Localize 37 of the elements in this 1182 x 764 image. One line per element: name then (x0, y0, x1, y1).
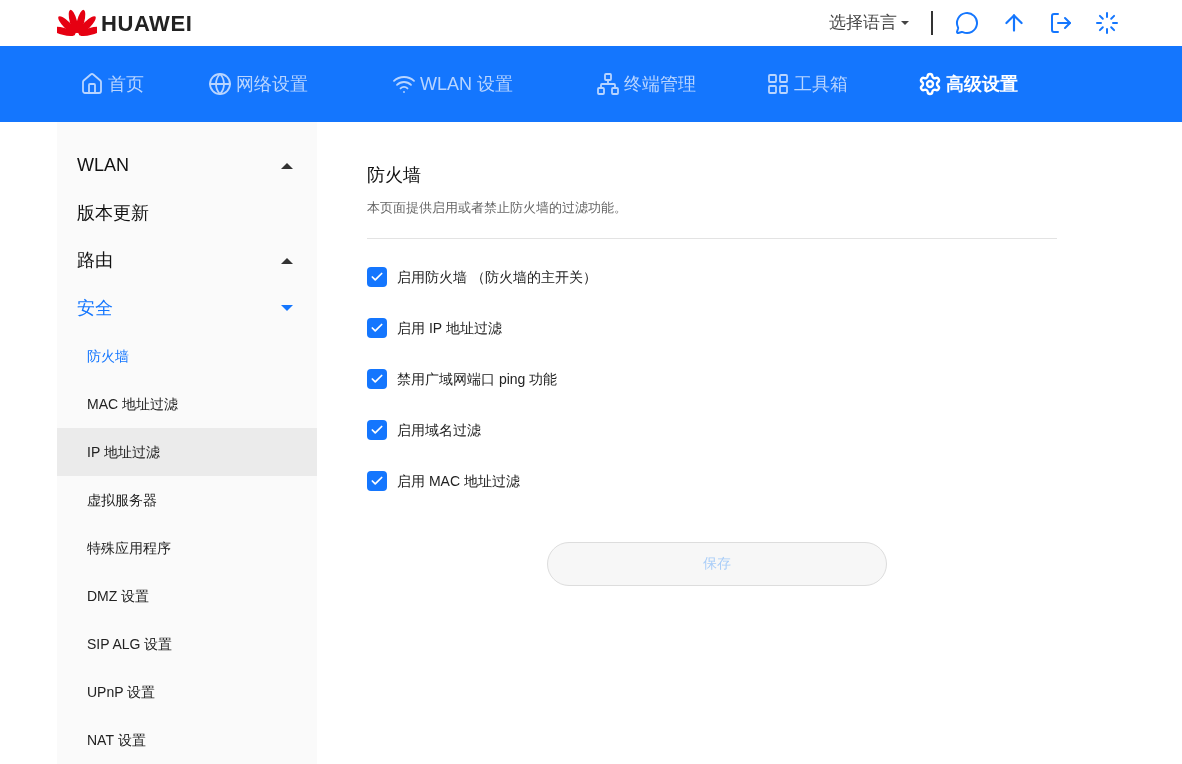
check-icon (370, 474, 384, 488)
check-icon (370, 321, 384, 335)
check-icon (370, 423, 384, 437)
nav-tab[interactable]: 高级设置 (918, 70, 1058, 98)
option-label: 禁用广域网端口 ping 功能 (397, 369, 558, 389)
page-title: 防火墙 (367, 164, 422, 186)
flower-logo-icon (57, 7, 97, 39)
checkbox[interactable] (367, 420, 387, 440)
option-label: 启用 IP 地址过滤 (397, 318, 502, 338)
check-icon (370, 372, 384, 386)
caret-icon (281, 162, 293, 169)
home-icon (80, 72, 104, 96)
message-icon[interactable] (955, 11, 979, 35)
caret-icon (281, 257, 293, 264)
checkbox[interactable] (367, 471, 387, 491)
loading-icon[interactable] (1095, 11, 1119, 35)
sidebar-item[interactable]: 路由 (57, 237, 317, 285)
sidebar-item[interactable]: 安全 (57, 284, 317, 332)
network-icon (596, 72, 620, 96)
logout-icon[interactable] (1049, 11, 1073, 35)
sidebar-item[interactable]: 版本更新 (57, 189, 317, 237)
checkbox[interactable] (367, 267, 387, 287)
sidebar-item[interactable]: WLAN (57, 142, 317, 190)
option-label: 启用防火墙 （防火墙的主开关） (397, 267, 597, 287)
option-label: 启用 MAC 地址过滤 (397, 471, 520, 491)
option-label: 启用域名过滤 (397, 420, 481, 440)
language-dropdown[interactable]: 选择语言 (829, 10, 909, 36)
sidebar-subitem[interactable]: IP 地址过滤 (57, 428, 317, 476)
brand-name: HUAWEI (101, 9, 193, 38)
checkbox[interactable] (367, 318, 387, 338)
page-description: 本页面提供启用或者禁止防火墙的过滤功能。 (367, 199, 628, 217)
settings-icon (918, 72, 942, 96)
caret-icon (281, 305, 293, 312)
globe-icon (208, 72, 232, 96)
grid-icon (766, 72, 790, 96)
checkbox[interactable] (367, 369, 387, 389)
check-icon (370, 270, 384, 284)
